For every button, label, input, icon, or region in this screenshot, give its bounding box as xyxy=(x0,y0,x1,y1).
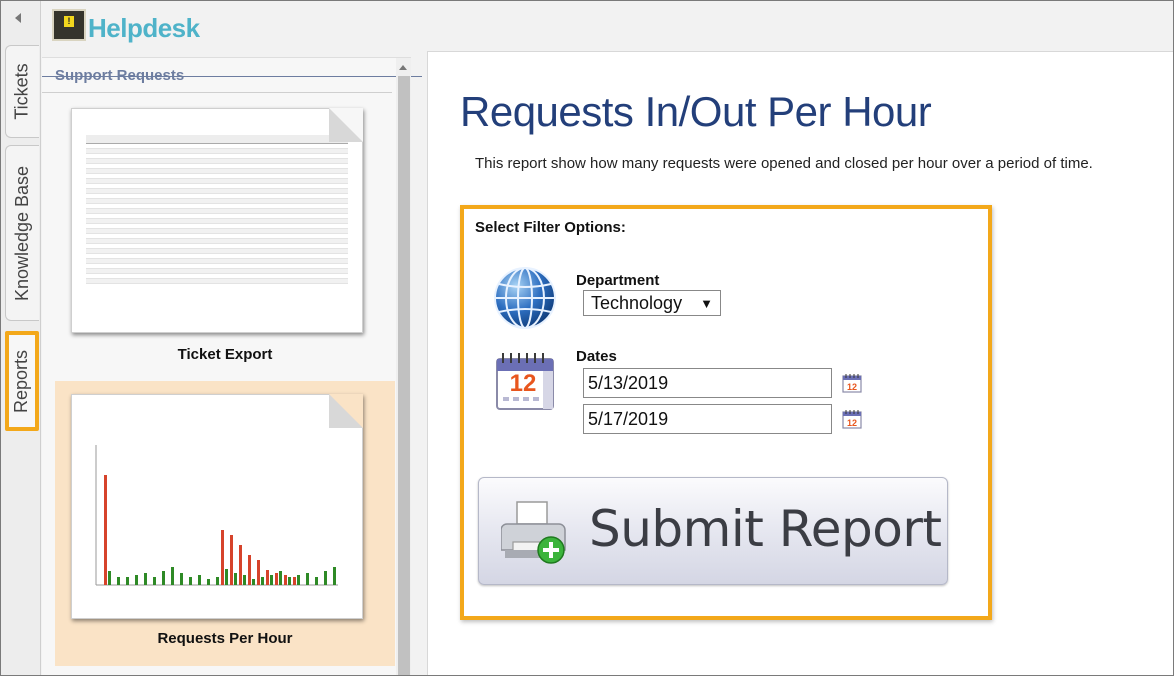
thumbnail-bar-in xyxy=(257,560,260,585)
printer-add-icon xyxy=(501,501,566,564)
globe-icon xyxy=(494,267,556,329)
tab-reports[interactable]: Reports xyxy=(5,331,39,431)
thumbnail-bar-out xyxy=(324,571,327,585)
thumbnail-bar-out xyxy=(108,571,111,585)
ticket-export-thumbnail xyxy=(71,108,363,333)
submit-report-label: Submit Report xyxy=(589,500,942,558)
thumbnail-bar-out xyxy=(126,577,129,585)
thumbnail-bar-out xyxy=(135,575,138,585)
dates-label: Dates xyxy=(576,348,617,365)
thumbnail-bar-out xyxy=(225,569,228,585)
requests-per-hour-thumbnail xyxy=(71,394,363,619)
thumbnail-bar-out xyxy=(180,573,183,585)
department-selected-value: Technology xyxy=(591,292,683,313)
thumbnail-bar-out xyxy=(288,577,291,585)
app-window: Tickets Knowledge Base Reports ! Helpdes… xyxy=(0,0,1174,676)
thumbnail-bar-out xyxy=(117,577,120,585)
thumbnail-table-header xyxy=(86,135,348,144)
thumbnail-bar-out xyxy=(297,575,300,585)
filter-heading: Select Filter Options: xyxy=(475,219,626,236)
page-title: Requests In/Out Per Hour xyxy=(460,88,932,135)
thumbnail-bar-in xyxy=(275,573,278,585)
divider xyxy=(42,92,392,93)
tab-reports-label: Reports xyxy=(11,349,32,413)
thumbnail-bar-out xyxy=(171,567,174,585)
tab-knowledge-base[interactable]: Knowledge Base xyxy=(5,145,39,321)
helpdesk-logo-icon: ! xyxy=(52,9,86,41)
app-title: Helpdesk xyxy=(88,13,200,43)
thumbnail-bar-out xyxy=(153,577,156,585)
calendar-day-number: 12 xyxy=(847,418,857,428)
report-card-label: Ticket Export xyxy=(177,346,273,363)
end-date-input[interactable] xyxy=(583,404,832,434)
scroll-thumb[interactable] xyxy=(398,76,410,675)
calendar-picker-icon[interactable]: 12 xyxy=(841,408,863,430)
tab-tickets-label: Tickets xyxy=(12,63,32,120)
thumbnail-bar-in xyxy=(221,530,224,585)
department-select[interactable]: Technology ▼ xyxy=(583,290,721,316)
thumbnail-bar-out xyxy=(279,571,282,585)
thumbnail-bar-in xyxy=(266,570,269,585)
thumbnail-bar-out xyxy=(315,577,318,585)
collapse-panel-icon[interactable] xyxy=(15,13,21,23)
tab-tickets[interactable]: Tickets xyxy=(5,45,39,138)
submit-report-button[interactable]: Submit Report xyxy=(478,477,948,585)
thumbnail-bar-out xyxy=(216,577,219,585)
thumbnail-table xyxy=(86,135,348,315)
report-card-label: Requests Per Hour xyxy=(157,630,293,647)
thumbnail-bar-out xyxy=(207,579,210,585)
report-card-ticket-export[interactable]: Ticket Export xyxy=(55,98,395,380)
calendar-picker-icon[interactable]: 12 xyxy=(841,372,863,394)
thumbnail-bar-in xyxy=(293,577,296,585)
department-label: Department xyxy=(576,272,660,289)
thumbnail-bar-out xyxy=(243,575,246,585)
panel-scrollbar[interactable] xyxy=(396,58,411,675)
dropdown-arrow-icon: ▼ xyxy=(700,295,713,311)
scroll-up-icon[interactable] xyxy=(399,65,407,70)
thumbnail-bar-out xyxy=(189,577,192,585)
calendar-day-number: 12 xyxy=(510,370,537,397)
thumbnail-bar-in xyxy=(248,555,251,585)
tab-knowledge-base-label: Knowledge Base xyxy=(12,165,33,301)
report-card-requests-per-hour[interactable]: Requests Per Hour xyxy=(55,381,395,666)
vertical-tab-strip: Tickets Knowledge Base Reports xyxy=(1,1,41,675)
page-fold xyxy=(329,108,363,142)
page-fold xyxy=(329,394,363,428)
panel-title: Support Requests xyxy=(55,67,185,84)
thumbnail-bar-out xyxy=(162,571,165,585)
thumbnail-bar-in xyxy=(104,475,107,585)
thumbnail-bar-out xyxy=(144,573,147,585)
report-list-panel: Support Requests Ticket Export Requests … xyxy=(42,57,422,675)
thumbnail-table-row xyxy=(86,279,348,284)
thumbnail-bar-out xyxy=(252,579,255,585)
thumbnail-bar-out xyxy=(270,575,273,585)
thumbnail-bar-out xyxy=(261,577,264,585)
filter-options-panel: Select Filter Options: Department Techno… xyxy=(460,205,992,620)
thumbnail-chart xyxy=(95,445,338,586)
thumbnail-bar-out xyxy=(198,575,201,585)
thumbnail-bar-in xyxy=(230,535,233,585)
report-content: Requests In/Out Per Hour This report sho… xyxy=(427,51,1173,675)
page-description: This report show how many requests were … xyxy=(475,155,1093,172)
start-date-input[interactable] xyxy=(583,368,832,398)
thumbnail-bar-in xyxy=(284,575,287,585)
calendar-day-number: 12 xyxy=(847,382,857,392)
thumbnail-bar-out xyxy=(306,573,309,585)
thumbnail-bar-out xyxy=(333,567,336,585)
thumbnail-bar-in xyxy=(239,545,242,585)
calendar-icon: 12 xyxy=(496,353,554,410)
thumbnail-bar-out xyxy=(234,573,237,585)
